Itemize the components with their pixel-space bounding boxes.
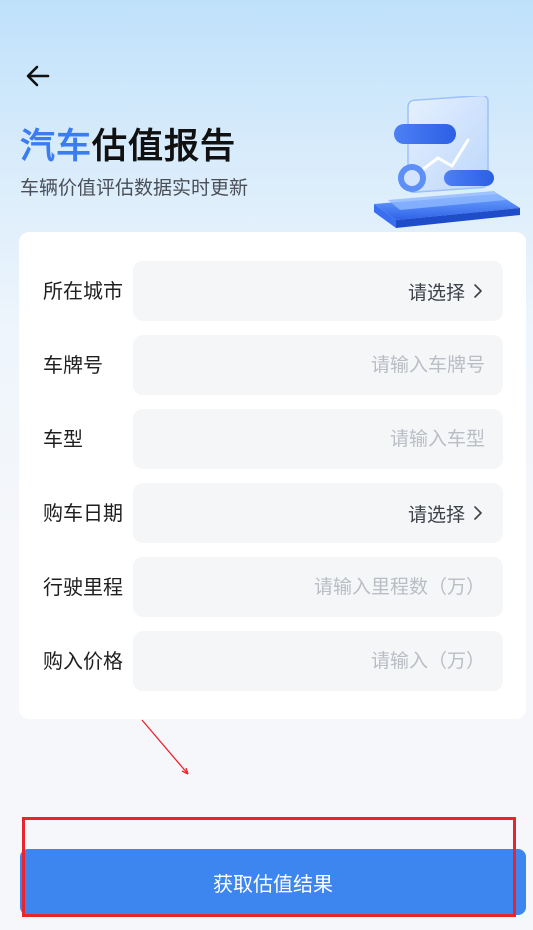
price-input[interactable] xyxy=(133,631,485,691)
form-row-model: 车型 xyxy=(19,409,526,469)
mileage-input[interactable] xyxy=(133,557,485,617)
price-field xyxy=(133,631,503,691)
plate-field xyxy=(133,335,503,395)
plate-label: 车牌号 xyxy=(43,353,103,377)
valuation-form-card: 所在城市 请选择 车牌号 车型 购车日期 请选择 行驶里程 xyxy=(19,232,526,719)
city-label: 所在城市 xyxy=(43,279,123,303)
form-row-mileage: 行驶里程 xyxy=(19,557,526,617)
form-row-price: 购入价格 xyxy=(19,631,526,691)
title-main: 估值报告 xyxy=(92,127,237,167)
plate-input[interactable] xyxy=(133,335,485,395)
title-accent: 汽车 xyxy=(20,127,93,167)
mileage-label: 行驶里程 xyxy=(43,575,123,599)
get-valuation-button[interactable]: 获取估值结果 xyxy=(20,849,526,915)
mileage-field xyxy=(133,557,503,617)
page-subtitle: 车辆价值评估数据实时更新 xyxy=(20,177,249,199)
chart-illustration-icon xyxy=(374,96,520,228)
page-title: 汽车估值报告 xyxy=(20,118,236,169)
model-input[interactable] xyxy=(133,409,485,469)
purchase-date-select[interactable]: 请选择 xyxy=(133,483,503,543)
form-row-city: 所在城市 请选择 xyxy=(19,261,526,321)
purchase-date-select-value: 请选择 xyxy=(407,503,465,526)
price-label: 购入价格 xyxy=(43,649,123,673)
chevron-right-icon xyxy=(474,506,482,520)
back-button[interactable] xyxy=(22,60,54,92)
back-arrow-icon xyxy=(26,65,50,87)
city-select-value: 请选择 xyxy=(407,281,465,304)
city-select[interactable]: 请选择 xyxy=(133,261,503,321)
form-row-plate: 车牌号 xyxy=(19,335,526,395)
form-row-purchase-date: 购车日期 请选择 xyxy=(19,483,526,543)
purchase-date-label: 购车日期 xyxy=(43,501,123,525)
model-field xyxy=(133,409,503,469)
annotation-arrow-icon xyxy=(141,719,189,775)
chevron-right-icon xyxy=(474,284,482,298)
model-label: 车型 xyxy=(43,427,83,451)
